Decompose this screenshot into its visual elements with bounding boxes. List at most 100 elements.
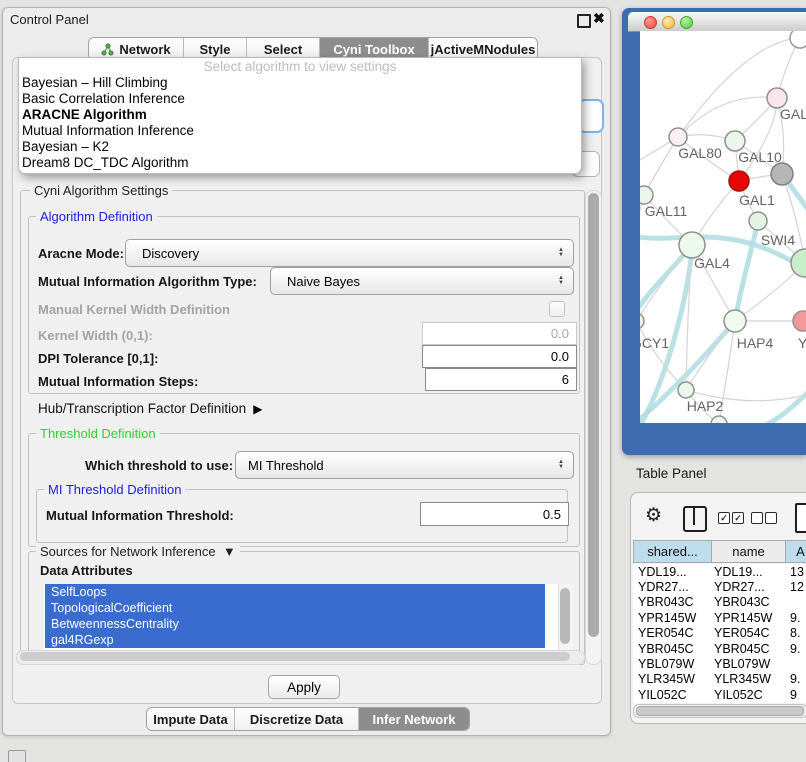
which-threshold-select[interactable]: MI Threshold ▲▼ — [235, 451, 574, 479]
unchecked-checkbox-icon[interactable] — [751, 512, 763, 524]
table-row[interactable]: YLR345WYLR345W9. — [633, 672, 806, 687]
table-cell[interactable]: YBL079W — [712, 657, 786, 671]
unchecked-checkbox-icon[interactable] — [765, 512, 777, 524]
column-header-name[interactable]: name — [711, 540, 786, 563]
network-node[interactable] — [793, 311, 806, 331]
network-node[interactable] — [767, 88, 787, 108]
column-header-extra[interactable]: A — [785, 540, 806, 563]
attribute-item[interactable]: gal4RGexp — [45, 632, 545, 648]
new-table-icon[interactable] — [795, 503, 806, 533]
table-cell[interactable]: 9. — [786, 642, 806, 656]
network-edge-thick[interactable] — [640, 245, 692, 326]
table-cell[interactable]: YIL052C — [633, 688, 712, 702]
column-header-shared[interactable]: shared... — [633, 540, 712, 563]
settings-horizontal-scrollbar-thumb[interactable] — [20, 652, 570, 661]
aracne-mode-select[interactable]: Discovery ▲▼ — [125, 239, 574, 267]
table-cell[interactable]: YDR27... — [633, 580, 712, 594]
table-cell[interactable]: YIL052C — [712, 688, 786, 702]
network-node[interactable] — [669, 128, 687, 146]
settings-vertical-scrollbar-thumb[interactable] — [588, 193, 599, 637]
checked-checkbox-icon[interactable]: ✓ — [718, 512, 730, 524]
tab-impute-data[interactable]: Impute Data — [147, 708, 234, 730]
algorithm-option[interactable]: ARACNE Algorithm — [19, 107, 581, 123]
sources-title[interactable]: Sources for Network Inference ▼ — [36, 544, 240, 559]
tab-infer-network[interactable]: Infer Network — [358, 708, 469, 730]
close-icon[interactable]: ✖ — [593, 10, 605, 27]
manual-kernel-checkbox[interactable] — [549, 301, 565, 317]
table-cell[interactable]: YPR145W — [712, 611, 786, 625]
table-cell[interactable]: YLR345W — [712, 672, 786, 686]
table-cell[interactable]: YBR043C — [633, 595, 712, 609]
attributes-scrollbar-thumb[interactable] — [560, 588, 570, 644]
apply-button[interactable]: Apply — [268, 675, 340, 699]
close-traffic-light-icon[interactable] — [644, 16, 657, 29]
mi-threshold-field[interactable]: 0.5 — [420, 502, 569, 526]
table-cell[interactable]: YER054C — [712, 626, 786, 640]
network-edge[interactable] — [644, 137, 678, 195]
attribute-item[interactable]: TopologicalCoefficient — [45, 600, 545, 616]
dpi-tolerance-field[interactable]: 0.0 — [422, 345, 577, 368]
network-node[interactable] — [749, 212, 767, 230]
gear-icon[interactable]: ⚙ — [645, 504, 662, 527]
table-row[interactable]: YIL052CYIL052C9 — [633, 687, 806, 702]
algorithm-dropdown-popup: Select algorithm to view settings Bayesi… — [18, 57, 582, 174]
table-cell[interactable]: YER054C — [633, 626, 712, 640]
hub-definition-label: Hub/Transcription Factor Definition — [38, 401, 246, 416]
tab-discretize-data[interactable]: Discretize Data — [234, 708, 358, 730]
minimize-traffic-light-icon[interactable] — [662, 16, 675, 29]
table-cell[interactable]: 9. — [786, 672, 806, 686]
network-node[interactable] — [678, 382, 694, 398]
hub-definition-toggle[interactable]: Hub/Transcription Factor Definition ▶ — [38, 401, 262, 416]
algorithm-option[interactable]: Dream8 DC_TDC Algorithm — [19, 155, 581, 171]
algorithm-option[interactable]: Basic Correlation Inference — [19, 91, 581, 107]
algorithm-option[interactable]: Bayesian – K2 — [19, 139, 581, 155]
table-cell[interactable]: 12 — [786, 580, 806, 594]
table-row[interactable]: YDR27...YDR27...12 — [633, 579, 806, 594]
zoom-traffic-light-icon[interactable] — [680, 16, 693, 29]
table-cell[interactable]: YDR27... — [712, 580, 786, 594]
attribute-item[interactable]: SelfLoops — [45, 584, 545, 600]
mi-type-select[interactable]: Naive Bayes ▲▼ — [270, 267, 574, 295]
network-canvas[interactable]: GALGAL80GAL10GAL1GAL11SWI4GAL4GCY1HAP4YH… — [640, 31, 806, 423]
mi-steps-field[interactable]: 6 — [425, 368, 577, 391]
table-row[interactable]: YDL19...YDL19...13 — [633, 564, 806, 579]
algorithm-option[interactable]: Mutual Information Inference — [19, 123, 581, 139]
network-node[interactable] — [790, 31, 806, 48]
network-node[interactable] — [729, 171, 749, 191]
table-row[interactable]: YPR145WYPR145W9. — [633, 610, 806, 625]
table-horizontal-scrollbar-thumb[interactable] — [636, 706, 804, 716]
float-window-icon[interactable] — [577, 14, 591, 28]
table-cell[interactable]: YBR043C — [712, 595, 786, 609]
table-body[interactable]: YDL19...YDL19...13YDR27...YDR27...12YBR0… — [633, 564, 806, 703]
table-cell[interactable]: YDL19... — [712, 565, 786, 579]
table-cell[interactable]: 8. — [786, 626, 806, 640]
table-cell[interactable]: 9 — [786, 688, 806, 702]
network-node[interactable] — [791, 249, 806, 277]
table-cell[interactable]: YPR145W — [633, 611, 712, 625]
attribute-item[interactable]: BetweennessCentrality — [45, 616, 545, 632]
network-node[interactable] — [724, 310, 746, 332]
table-cell[interactable]: YDL19... — [633, 565, 712, 579]
table-row[interactable]: YBR045CYBR045C9. — [633, 641, 806, 656]
network-node[interactable] — [725, 131, 745, 151]
network-edge-thick[interactable] — [752, 381, 806, 423]
palette-icon[interactable] — [8, 750, 26, 762]
algorithm-option[interactable]: Bayesian – Hill Climbing — [19, 75, 581, 91]
data-attributes-list[interactable]: SelfLoopsTopologicalCoefficientBetweenne… — [44, 584, 572, 652]
table-cell[interactable]: YBR045C — [712, 642, 786, 656]
network-node[interactable] — [640, 186, 653, 204]
network-node[interactable] — [711, 416, 727, 423]
table-cell[interactable]: YLR345W — [633, 672, 712, 686]
table-cell[interactable]: 9. — [786, 611, 806, 625]
table-cell[interactable]: YBL079W — [633, 657, 712, 671]
network-node[interactable] — [640, 313, 644, 329]
table-row[interactable]: YBR043CYBR043C — [633, 595, 806, 610]
table-row[interactable]: YER054CYER054C8. — [633, 626, 806, 641]
network-node[interactable] — [771, 163, 793, 185]
column-layout-icon[interactable] — [683, 506, 707, 532]
table-cell[interactable]: 13 — [786, 565, 806, 579]
kernel-width-label: Kernel Width (0,1): — [38, 328, 153, 343]
checked-checkbox-icon[interactable]: ✓ — [732, 512, 744, 524]
table-cell[interactable]: YBR045C — [633, 642, 712, 656]
table-row[interactable]: YBL079WYBL079W — [633, 656, 806, 671]
